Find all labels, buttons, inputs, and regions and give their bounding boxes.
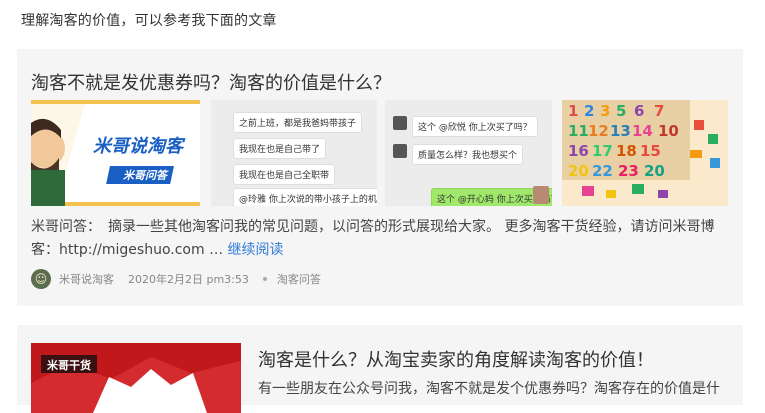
svg-text:2: 2 (584, 102, 594, 120)
svg-text:3: 3 (600, 102, 610, 120)
post-title[interactable]: 淘客不就是发优惠券吗？淘客的价值是什么？ (31, 69, 391, 95)
thumbnail-chat-2[interactable]: 这个 @欣悦 你上次买了吗？ 质量怎么样？我也想买个 这个 @开心妈 你上次买了… (385, 100, 552, 206)
thumbnail-article[interactable]: 米哥干货 (31, 343, 241, 413)
svg-text:15: 15 (640, 142, 661, 160)
svg-text:5: 5 (616, 102, 626, 120)
svg-text:13: 13 (610, 122, 631, 140)
read-more-link[interactable]: 继续阅读 (228, 242, 284, 258)
chat-bubble: 之前上班，都是我爸妈带孩子 (233, 112, 363, 133)
post-excerpt: 米哥问答： 摘录一些其他淘客问我的常见问题，以问答的形式展现给大家。 更多淘客干… (31, 216, 721, 262)
post-date: 2020年2月2日 pm3:53 (128, 273, 249, 286)
chat-avatar (393, 116, 407, 130)
post-card: 米哥干货 淘客是什么？从淘宝卖家的角度解读淘客的价值！ 有一些朋友在公众号问我，… (17, 325, 743, 413)
post-thumbnails[interactable]: 米哥说淘客 米哥问答 之前上班，都是我爸妈带孩子 我现在也是自己带了 我现在也是… (31, 100, 743, 206)
svg-text:23: 23 (618, 162, 639, 180)
svg-text:14: 14 (632, 122, 653, 140)
post-card: 淘客不就是发优惠券吗？淘客的价值是什么？ 米哥说淘客 米哥问答 之前上班，都是我… (17, 49, 743, 306)
svg-text:16: 16 (568, 142, 589, 160)
svg-text:22: 22 (592, 162, 613, 180)
intro-text: 理解淘客的价值，可以参考我下面的文章 (21, 13, 277, 29)
svg-text:20: 20 (568, 162, 589, 180)
thumbnail-chat-1[interactable]: 之前上班，都是我爸妈带孩子 我现在也是自己带了 我现在也是自己全职带 @玲雅 你… (211, 100, 377, 206)
brand-badge: 米哥问答 (123, 169, 167, 182)
chat-bubble: 我现在也是自己全职带 (233, 164, 336, 185)
svg-text:18: 18 (616, 142, 637, 160)
svg-text:20: 20 (644, 162, 665, 180)
chat-bubble: @玲雅 你上次说的带小孩子上的机器 (233, 188, 377, 206)
article-badge: 米哥干货 (47, 359, 91, 372)
chat-bubble: 质量怎么样？我也想买个 (412, 144, 524, 165)
post-category[interactable]: 淘客问答 (277, 271, 321, 287)
post-title[interactable]: 淘客是什么？从淘宝卖家的角度解读淘客的价值！ (258, 346, 654, 372)
svg-text:17: 17 (592, 142, 613, 160)
svg-text:7: 7 (654, 102, 664, 120)
article-illustration (31, 343, 241, 413)
svg-text:6: 6 (634, 102, 644, 120)
toy-numbers-image: 123567 11 12 13 14 10 16 17 18 15 20 22 23 20 (562, 100, 728, 206)
excerpt-text: 米哥问答： 摘录一些其他淘客问我的常见问题，以问答的形式展现给大家。 更多淘客干… (31, 219, 715, 258)
author-name[interactable]: 米哥说淘客 (59, 271, 114, 287)
post-excerpt: 有一些朋友在公众号问我，淘客不就是发个优惠券吗？淘客存在的价值是什 (258, 381, 720, 397)
chat-bubble: 我现在也是自己带了 (233, 138, 327, 159)
author-avatar[interactable]: ☺ (31, 269, 51, 289)
svg-text:12: 12 (588, 122, 609, 140)
chat-avatar (393, 144, 407, 158)
svg-text:11: 11 (568, 122, 589, 140)
thumbnail-brand[interactable]: 米哥说淘客 米哥问答 (31, 100, 200, 206)
svg-text:1: 1 (568, 102, 578, 120)
brand-title: 米哥说淘客 (93, 136, 183, 157)
svg-text:10: 10 (658, 122, 679, 140)
separator-dot (262, 277, 267, 281)
post-meta: ☺ 米哥说淘客 2020年2月2日 pm3:53 淘客问答 (31, 268, 335, 290)
thumbnail-toy-photo[interactable]: 123567 11 12 13 14 10 16 17 18 15 20 22 23 20 (562, 100, 728, 206)
chat-avatar (533, 186, 549, 204)
chat-bubble: 这个 @欣悦 你上次买了吗？ (412, 116, 538, 137)
